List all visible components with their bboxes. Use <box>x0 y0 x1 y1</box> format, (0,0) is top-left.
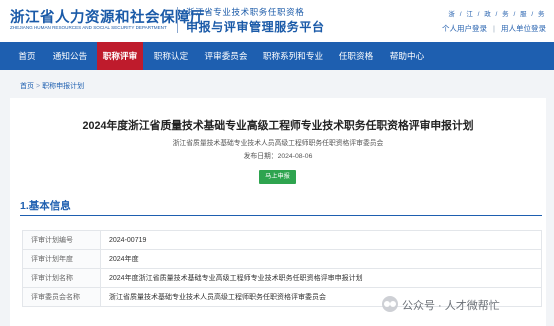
field-label: 评审计划编号 <box>22 230 101 250</box>
field-value: 2024年度 <box>100 249 542 269</box>
field-label: 评审委员会名称 <box>22 287 101 307</box>
breadcrumb: 首页 > 职称申报计划 <box>20 81 84 91</box>
nav-item-home[interactable]: 首页 <box>8 42 46 70</box>
nav-item-notices[interactable]: 通知公告 <box>46 42 94 70</box>
breadcrumb-home[interactable]: 首页 <box>20 83 34 90</box>
publish-date: 发布日期：2024-08-06 <box>243 153 313 160</box>
field-value: 2024-00719 <box>100 230 542 250</box>
header-divider <box>177 7 178 33</box>
field-label: 评审计划年度 <box>22 249 101 269</box>
system-subtitle: 浙江省专业技术职务任职资格 <box>186 7 305 17</box>
watermark-text: 公众号 · 人才微帮忙 <box>402 300 500 312</box>
organizer-name: 浙江省质量技术基础专业技术人员高级工程师职务任职资格评审委员会 <box>172 140 384 147</box>
org-logo-title[interactable]: 浙江省人力资源和社会保障厅 <box>10 6 205 27</box>
breadcrumb-separator: > <box>36 83 41 90</box>
nav-item-title-review[interactable]: 职称评审 <box>97 42 143 70</box>
system-title: 申报与评审管理服务平台 <box>186 20 325 34</box>
site-header: 浙江省人力资源和社会保障厅 ZHEJIANG HUMAN RESOURCES A… <box>0 0 554 42</box>
apply-now-button[interactable]: 马上申报 <box>259 170 296 184</box>
watermark: 公众号 · 人才微帮忙 <box>382 296 552 314</box>
breadcrumb-current[interactable]: 职称申报计划 <box>42 83 84 90</box>
nav-item-qualification[interactable]: 任职资格 <box>332 42 380 70</box>
table-row: 评审计划编号 2024-00719 <box>22 230 542 250</box>
table-row: 评审计划名称 2024年度浙江省质量技术基础专业高级工程师专业技术职务任职资格评… <box>22 268 542 288</box>
employer-login-link[interactable]: 用人单位登录 <box>501 24 546 33</box>
personal-login-link[interactable]: 个人用户登录 <box>442 24 487 33</box>
gov-service-link[interactable]: 浙 / 江 / 政 / 务 / 服 / 务 <box>442 8 546 18</box>
main-nav: 首页 通知公告 职称评审 职称认定 评审委员会 职称系列和专业 任职资格 帮助中… <box>0 42 554 70</box>
section-divider <box>20 215 542 216</box>
nav-item-help-center[interactable]: 帮助中心 <box>382 42 432 70</box>
nav-item-series-specialty[interactable]: 职称系列和专业 <box>256 42 330 70</box>
page-title: 2024年度浙江省质量技术基础专业高级工程师专业技术职务任职资格评审申报计划 <box>82 120 474 132</box>
org-logo-english: ZHEJIANG HUMAN RESOURCES AND SOCIAL SECU… <box>10 25 167 30</box>
nav-item-title-certification[interactable]: 职称认定 <box>146 42 196 70</box>
table-row: 评审计划年度 2024年度 <box>22 249 542 269</box>
login-separator: | <box>493 24 495 33</box>
wechat-icon <box>382 296 398 312</box>
header-links: 浙 / 江 / 政 / 务 / 服 / 务 个人用户登录 | 用人单位登录 <box>442 8 546 34</box>
nav-item-review-committee[interactable]: 评审委员会 <box>198 42 254 70</box>
section-title-basic-info: 1.基本信息 <box>20 200 71 212</box>
detail-card: 2024年度浙江省质量技术基础专业高级工程师专业技术职务任职资格评审申报计划 浙… <box>10 98 546 326</box>
login-links: 个人用户登录 | 用人单位登录 <box>442 23 546 34</box>
field-value: 2024年度浙江省质量技术基础专业高级工程师专业技术职务任职资格评审申报计划 <box>100 268 542 288</box>
field-label: 评审计划名称 <box>22 268 101 288</box>
